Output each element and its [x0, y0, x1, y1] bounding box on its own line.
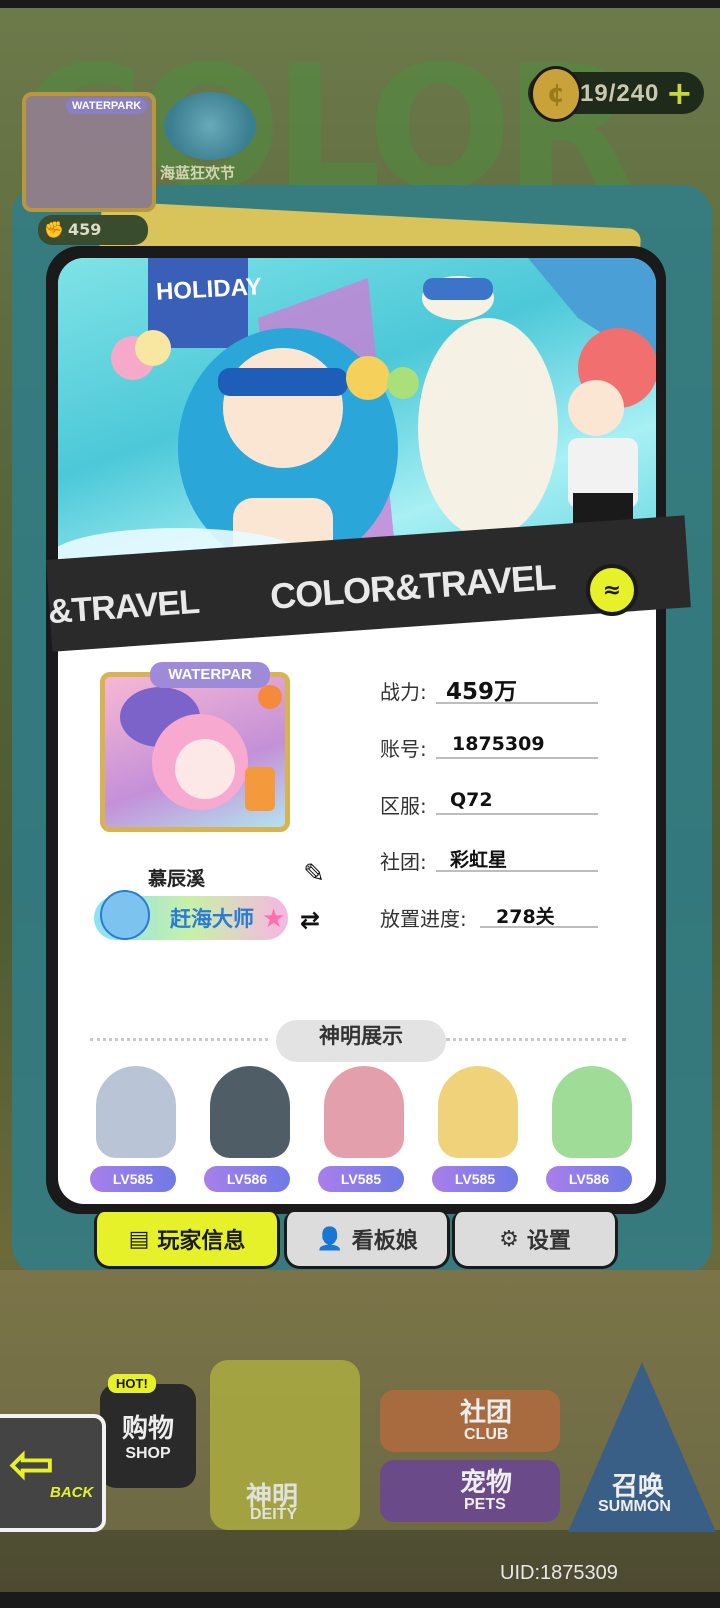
tab-mascot[interactable]: 👤 看板娘 [284, 1212, 450, 1269]
deity-level-badge: LV585 [318, 1166, 404, 1192]
nav-deity-button[interactable]: 神明 DEITY [210, 1360, 360, 1530]
back-arrow-icon: ⇦ [8, 1432, 55, 1497]
coin-icon: ¢ [530, 66, 582, 122]
nav-shop-button[interactable]: HOT! 购物 SHOP [100, 1374, 196, 1488]
tab-settings-label: 设置 [526, 1229, 571, 1254]
shop-hot-badge: HOT! [108, 1374, 156, 1393]
nav-shop-label: 购物 [121, 1414, 174, 1444]
nav-club-label: 社团 [460, 1398, 513, 1428]
deity-level-badge: LV586 [546, 1166, 632, 1192]
deity-level-badge: LV586 [204, 1166, 290, 1192]
deity-card[interactable]: LV585 [304, 1066, 414, 1192]
power-underline [436, 702, 598, 704]
deity-portrait [324, 1066, 404, 1158]
swap-title-icon[interactable]: ⇄ [300, 906, 320, 934]
tab-settings[interactable]: ⚙ 设置 [452, 1212, 618, 1269]
uid-label: UID:1875309 [500, 1562, 618, 1584]
deity-card[interactable]: LV586 [532, 1066, 642, 1192]
deity-portrait [438, 1066, 518, 1158]
deity-portrait [210, 1066, 290, 1158]
person-icon: 👤 [316, 1226, 344, 1252]
account-value: 1875309 [452, 733, 545, 755]
nav-club-sublabel: CLUB [464, 1426, 509, 1443]
event-label: 海蓝狂欢节 [160, 164, 236, 182]
club-label: 社团: [380, 850, 427, 874]
back-label: BACK [50, 1484, 94, 1501]
nav-summon-sublabel: SUMMON [598, 1498, 671, 1515]
player-name: 慕辰溪 [148, 868, 206, 890]
top-avatar[interactable]: WATERPARK [22, 92, 156, 212]
event-icon[interactable] [164, 92, 256, 160]
ribbon-logo-icon: ≈ [586, 564, 638, 616]
tab-player-info-label: 玩家信息 [157, 1229, 246, 1254]
edit-name-icon[interactable]: ✎ [298, 858, 330, 890]
avatar-art [120, 685, 282, 811]
idle-progress-underline [480, 926, 598, 928]
player-avatar[interactable] [100, 672, 290, 832]
top-avatar-tag: WATERPARK [66, 98, 148, 114]
nav-deity-sublabel: DEITY [250, 1506, 298, 1523]
title-mascot-icon [100, 890, 150, 940]
nav-pets-label: 宠物 [460, 1468, 513, 1498]
nav-club-button[interactable]: 社团 CLUB [380, 1390, 560, 1452]
club-underline [436, 870, 598, 872]
banner-sign: HOLIDAY [155, 273, 263, 306]
account-label: 账号: [380, 737, 427, 761]
deity-portrait [552, 1066, 632, 1158]
star-icon: ★ [262, 904, 286, 934]
club-value: 彩虹星 [450, 849, 508, 871]
fist-icon: ✊ [44, 220, 64, 239]
nav-pets-button[interactable]: 宠物 PETS [380, 1460, 560, 1522]
add-currency-button[interactable]: + [666, 74, 693, 112]
top-edge [0, 0, 720, 8]
avatar-frame-tag: WATERPAR [150, 662, 270, 688]
server-underline [436, 813, 598, 815]
title-badge[interactable]: 赶海大师 [94, 890, 288, 940]
tab-player-info[interactable]: ▤ 玩家信息 [94, 1212, 280, 1269]
power-label: 战力: [380, 680, 427, 704]
deity-card[interactable]: LV585 [418, 1066, 528, 1192]
deity-level-badge: LV585 [90, 1166, 176, 1192]
tab-mascot-label: 看板娘 [351, 1229, 418, 1254]
document-icon: ▤ [128, 1226, 150, 1252]
deity-portrait [96, 1066, 176, 1158]
section-divider-left [90, 1038, 268, 1041]
bottom-edge [0, 1592, 720, 1608]
section-divider-right [446, 1038, 626, 1041]
nav-pets-sublabel: PETS [464, 1496, 506, 1513]
account-underline [436, 757, 598, 759]
deity-showcase-title: 神明展示 [276, 1020, 446, 1062]
server-label: 区服: [380, 794, 427, 818]
currency-count: 19/240 [580, 80, 660, 107]
deity-level-badge: LV585 [432, 1166, 518, 1192]
deity-card[interactable]: LV585 [76, 1066, 186, 1192]
nav-shop-sublabel: SHOP [125, 1445, 171, 1462]
top-power-readout: ✊ 459 [38, 215, 148, 245]
power-value: 459万 [446, 679, 518, 705]
idle-progress-label: 放置进度: [380, 907, 467, 931]
deity-card[interactable]: LV586 [190, 1066, 300, 1192]
idle-progress-value: 278关 [496, 906, 555, 928]
server-value: Q72 [450, 789, 493, 811]
gear-icon: ⚙ [499, 1226, 519, 1252]
top-power-value: 459 [68, 220, 102, 239]
